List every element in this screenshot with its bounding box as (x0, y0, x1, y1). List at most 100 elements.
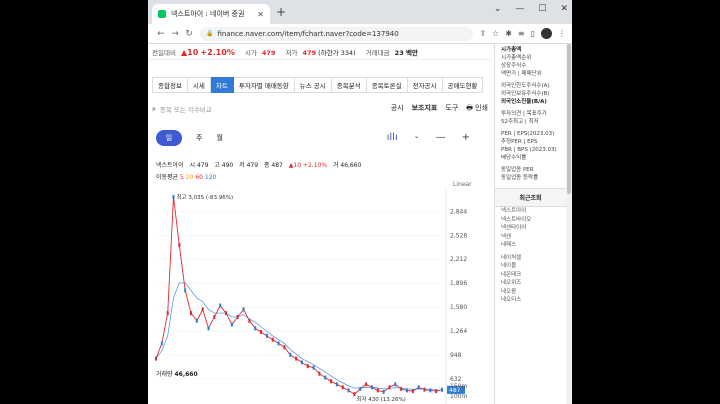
address-bar: ← → ↻ 🔒 finance.naver.com/item/fchart.na… (148, 24, 572, 44)
reading-list-icon[interactable]: ≡ (518, 29, 525, 38)
price-chart[interactable]: 2,844 2,528 2,212 1,896 1,580 1,264 948 632 최고 3… (152, 188, 492, 404)
tab-analysis[interactable]: 종목분석 (331, 77, 367, 93)
stock-tabs: 종합정보 시세 차트 투자자별 매매동향 뉴스 공시 종목분석 종목토론실 전자… (152, 77, 484, 93)
candle-mark (190, 311, 193, 316)
candle-mark (429, 388, 432, 393)
change-rate: ▲10 +2.10% (288, 162, 328, 169)
candle-mark (283, 345, 286, 350)
recent-item[interactable]: 넥센 (495, 233, 566, 242)
moving-average-legend: 이동평균 5 20 60 120 (156, 172, 216, 181)
recent-item[interactable]: 네이처셀 (495, 254, 566, 263)
y-tick-label: 1,580 (450, 304, 467, 311)
indicators-link[interactable]: 보조지표 (412, 103, 438, 115)
prev-change: ▲10 (181, 47, 199, 57)
open-label: 시가 (244, 48, 257, 57)
forward-icon[interactable]: → (168, 29, 182, 39)
recent-item[interactable]: 넥스트아이 (495, 207, 566, 216)
share-icon[interactable]: ⇪ (479, 29, 486, 38)
tab-summary[interactable]: 종합정보 (152, 77, 188, 93)
chevron-down-icon[interactable]: ⌄ (414, 132, 420, 143)
back-icon[interactable]: ← (154, 29, 168, 39)
tab-disclosure[interactable]: 전자공시 (407, 77, 443, 93)
volume-value: 46,660 (174, 371, 198, 378)
recent-item[interactable]: 넥센타이어 (495, 224, 566, 233)
candle-mark (312, 365, 315, 370)
recent-item[interactable]: 네패스 (495, 241, 566, 250)
side-row: 배당수익률 (501, 155, 527, 161)
chevron-down-icon[interactable]: ⌄ (494, 4, 502, 14)
browser-window: 넥스트아이 : 네이버 증권 ✕ + ⌄ — ☐ ✕ ← → ↻ 🔒 finan… (148, 0, 572, 404)
candle-mark (230, 322, 233, 327)
tab-price[interactable]: 시세 (187, 77, 211, 93)
y-tick-label: 1,264 (450, 328, 467, 335)
tab-news[interactable]: 뉴스 공시 (294, 77, 332, 93)
chart-options: ıllı ⌄ — + (387, 132, 470, 143)
period-month[interactable]: 월 (216, 133, 222, 143)
candle-mark (184, 288, 187, 293)
recent-item[interactable]: 넥스트바이오 (495, 216, 566, 225)
low-value: 479 (302, 48, 317, 57)
lock-icon: 🔒 (206, 30, 214, 37)
scroll-thumb[interactable] (567, 44, 571, 194)
recent-item[interactable]: 네이블 (495, 262, 566, 271)
maximize-icon[interactable]: ☐ (538, 4, 546, 14)
quote-summary: 전일대비 ▲10 +2.10% 시가 479 저가 479 (하한가 334) … (148, 44, 492, 60)
recent-item[interactable]: 네온테크 (495, 271, 566, 280)
candle-mark (347, 388, 350, 393)
tab-investors[interactable]: 투자자별 매매동향 (233, 77, 295, 93)
menu-icon[interactable]: ⋮ (558, 29, 566, 38)
url-field[interactable]: 🔒 finance.naver.com/item/fchart.naver?co… (200, 26, 474, 41)
recent-item[interactable]: 네오팜 (495, 288, 566, 297)
low-price: 저 479 (239, 162, 259, 169)
browser-tab[interactable]: 넥스트아이 : 네이버 증권 ✕ (152, 4, 270, 24)
page-scrollbar[interactable] (566, 44, 572, 404)
extensions-icon[interactable]: ✱ (505, 29, 512, 38)
sidepanel-icon[interactable]: ▯ (531, 29, 535, 38)
high-price: 고 490 (214, 162, 234, 169)
tab-discussion[interactable]: 종목토론실 (366, 77, 408, 93)
ma-label: 이동평균 (156, 174, 179, 181)
volume-info: 거 46,660 (332, 162, 362, 169)
period-week[interactable]: 주 (196, 133, 202, 143)
tab-chart[interactable]: 차트 (210, 77, 234, 93)
y-tick-label: 2,212 (450, 256, 467, 263)
profile-avatar[interactable] (541, 28, 552, 39)
scale-toggle[interactable]: Linear (453, 181, 472, 188)
tab-title: 넥스트아이 : 네이버 증권 (171, 10, 245, 18)
candle-mark (400, 386, 403, 391)
search-icon[interactable]: ⌕ (152, 105, 156, 114)
prev-label: 전일대비 (152, 48, 176, 57)
ma-60: 60 (195, 174, 203, 181)
new-tab-button[interactable]: + (276, 5, 286, 19)
candle-mark (353, 392, 356, 397)
zoom-in-icon[interactable]: + (462, 132, 470, 143)
candle-type-icon[interactable]: ıllı (387, 132, 398, 143)
candle-mark (365, 382, 368, 387)
compare-search-input[interactable]: 종목 또는 지수비교 (160, 104, 212, 114)
recent-item[interactable]: 네오위즈 (495, 279, 566, 288)
reload-icon[interactable]: ↻ (182, 29, 196, 39)
price-series-line (155, 196, 443, 395)
recent-item[interactable]: 네오티스 (495, 296, 566, 305)
close-window-icon[interactable]: ✕ (560, 4, 568, 14)
period-day[interactable]: 일 (156, 130, 182, 146)
tab-short-selling[interactable]: 공매도현황 (442, 77, 484, 93)
star-icon[interactable]: ☆ (492, 29, 499, 38)
side-row: 액면가 | 매매단위 (501, 71, 542, 77)
candle-mark (441, 387, 443, 392)
page-content: 전일대비 ▲10 +2.10% 시가 479 저가 479 (하한가 334) … (148, 44, 572, 404)
side-row: 동일업종 PER (501, 167, 534, 173)
min-price-label: 최저 430 (13.26%) (356, 395, 405, 403)
price-series-line (155, 282, 443, 391)
minimize-icon[interactable]: — (515, 4, 524, 14)
candle-mark (376, 388, 379, 393)
candle-mark (277, 341, 280, 346)
tools-link[interactable]: 도구 (445, 103, 458, 115)
print-button[interactable]: 🖶 인쇄 (466, 103, 488, 115)
side-row: 외국인한도주식수(A) (501, 83, 550, 89)
zoom-out-icon[interactable]: — (436, 132, 446, 143)
volume-tick-label: 100m (450, 393, 467, 400)
disclosure-link[interactable]: 공시 (391, 103, 404, 115)
tab-bar: 넥스트아이 : 네이버 증권 ✕ + ⌄ — ☐ ✕ (148, 0, 572, 24)
close-tab-icon[interactable]: ✕ (257, 10, 264, 19)
